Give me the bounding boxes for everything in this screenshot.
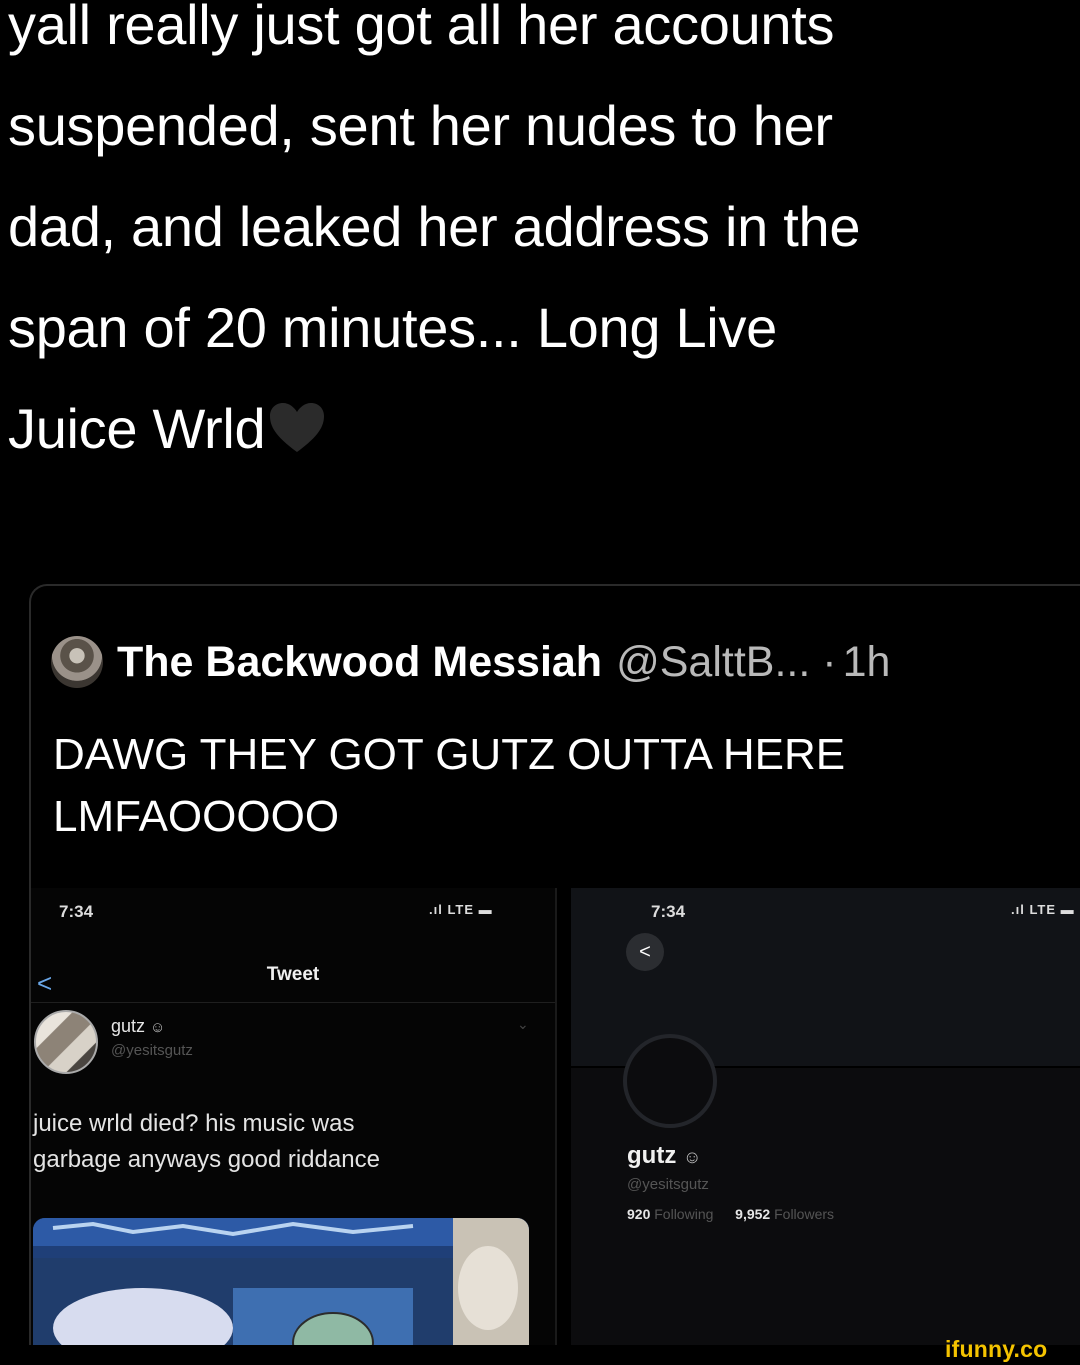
main-tweet-line: span of 20 minutes... Long Live	[8, 296, 777, 359]
avatar[interactable]	[34, 1010, 98, 1074]
timestamp: 1h	[842, 637, 891, 686]
main-tweet-line-last: Juice Wrld	[8, 378, 1076, 485]
right-screenshot[interactable]: 7:34 .ıl LTE ▬ < ••• gutz ☺ @yesitsgutz …	[571, 888, 1080, 1358]
emoji-icon: ☺	[682, 1147, 702, 1167]
left-screenshot[interactable]: 7:34 .ıl LTE ▬ < Tweet gutz ☺ @yesitsgut…	[31, 888, 557, 1358]
cartoon-image	[33, 1218, 529, 1358]
followers-label[interactable]: Followers	[774, 1206, 834, 1222]
quoted-tweet-line: DAWG THEY GOT GUTZ OUTTA HERE	[53, 730, 846, 779]
quoted-tweet-header: The Backwood Messiah @SalttB... · 1h	[51, 636, 890, 688]
user-handle: @yesitsgutz	[627, 1176, 709, 1193]
main-tweet-line: dad, and leaked her address in the	[8, 195, 861, 258]
meme-page: yall really just got all her accounts su…	[0, 0, 1080, 1365]
tweet-text: juice wrld died? his music was garbage a…	[33, 1106, 533, 1178]
username: gutz ☺	[627, 1142, 701, 1170]
divider	[31, 1002, 555, 1003]
followers-count[interactable]: 9,952	[735, 1206, 770, 1222]
avatar[interactable]	[51, 636, 103, 688]
avatar[interactable]	[623, 1034, 717, 1128]
chevron-down-icon[interactable]: ⌄	[517, 1016, 529, 1033]
follow-stats: 920 Following 9,952 Followers	[627, 1206, 834, 1222]
status-time: 7:34	[651, 902, 686, 921]
status-icons: .ıl LTE ▬	[429, 902, 493, 917]
username[interactable]: gutz ☺	[111, 1016, 165, 1037]
back-button[interactable]: <	[626, 933, 664, 971]
username-text: gutz	[111, 1016, 146, 1036]
quoted-tweet-card[interactable]: The Backwood Messiah @SalttB... · 1h DAW…	[29, 584, 1080, 1365]
following-count[interactable]: 920	[627, 1206, 650, 1222]
screen-title: Tweet	[266, 964, 320, 985]
main-tweet-line: suspended, sent her nudes to her	[8, 94, 833, 157]
user-handle[interactable]: @yesitsgutz	[111, 1042, 193, 1059]
main-tweet-line: yall really just got all her accounts	[8, 0, 835, 56]
main-tweet-line: Juice Wrld	[8, 397, 266, 460]
username-text: gutz	[627, 1142, 677, 1169]
emoji-icon: ☺	[150, 1019, 166, 1036]
following-label[interactable]: Following	[654, 1206, 713, 1222]
display-name[interactable]: The Backwood Messiah	[117, 638, 602, 687]
black-heart-icon	[269, 384, 325, 485]
bottom-bar	[0, 1345, 1080, 1365]
separator-dot: ·	[822, 637, 837, 686]
user-handle[interactable]: @SalttB...	[616, 638, 810, 687]
main-tweet-text: yall really just got all her accounts su…	[8, 0, 1076, 485]
quoted-tweet-text: DAWG THEY GOT GUTZ OUTTA HERE LMFAOOOOO	[53, 724, 1013, 848]
tweet-image[interactable]	[33, 1218, 529, 1358]
tweet-line: juice wrld died? his music was	[33, 1110, 355, 1137]
watermark: ifunny.co	[945, 1336, 1048, 1362]
status-time: 7:34	[59, 902, 94, 921]
tweet-line: garbage anyways good riddance	[33, 1146, 380, 1173]
quoted-tweet-line: LMFAOOOOO	[53, 792, 340, 841]
status-icons: .ıl LTE ▬	[1011, 902, 1075, 917]
